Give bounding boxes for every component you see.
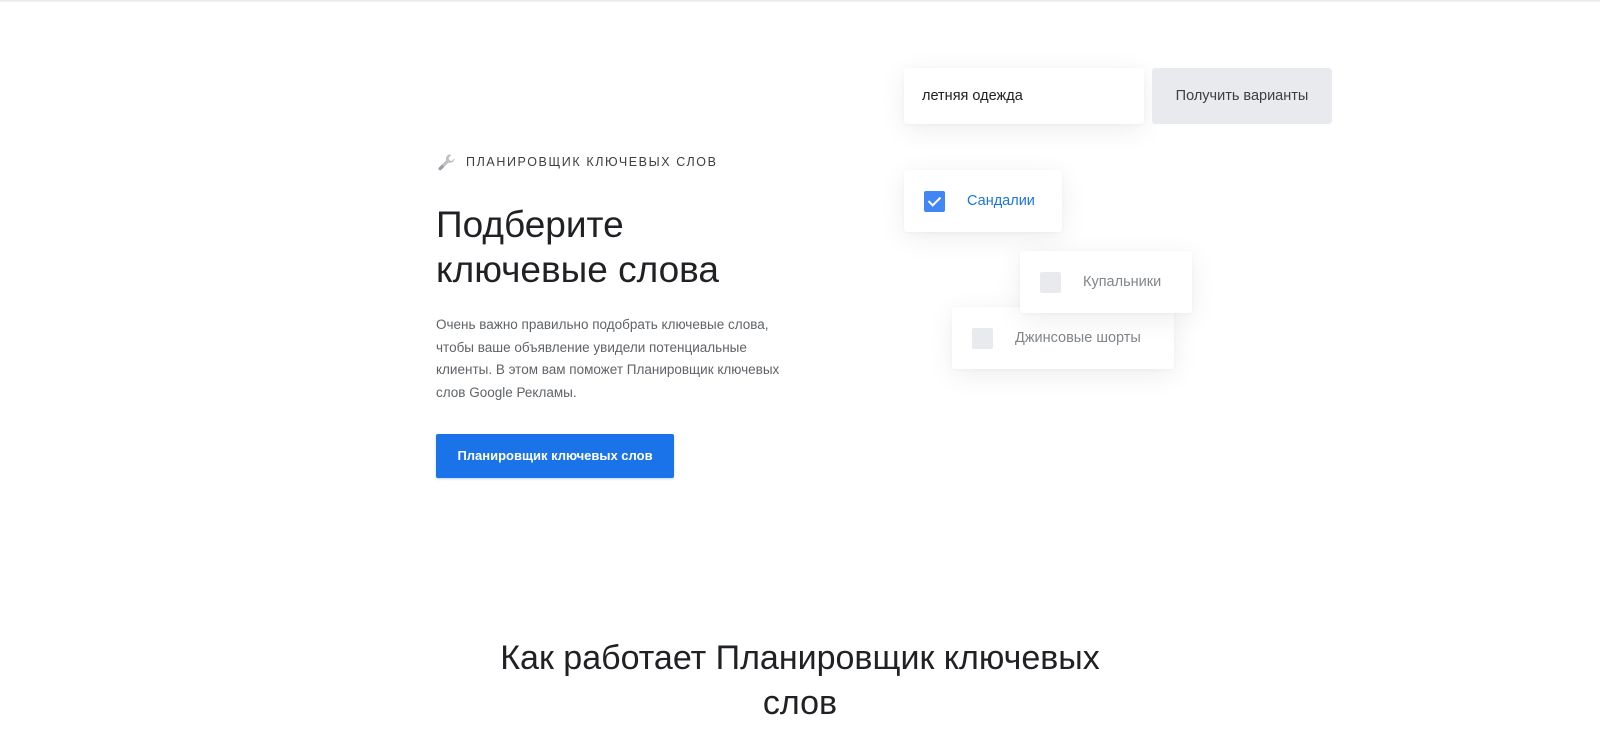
keyword-search-input[interactable]: летняя одежда [904, 68, 1144, 124]
top-divider [0, 0, 1600, 2]
keyword-option-label: Купальники [1083, 274, 1162, 290]
section-title-line-1: Как работает Планировщик ключевых [500, 639, 1100, 677]
keyword-option-label: Джинсовые шорты [1015, 330, 1141, 346]
hero-section: ПЛАНИРОВЩИК КЛЮЧЕВЫХ СЛОВ Подберите ключ… [436, 152, 796, 478]
hero-title: Подберите ключевые слова [436, 202, 776, 292]
hero-description: Очень важно правильно подобрать ключевые… [436, 317, 780, 400]
keyword-option-swimsuits[interactable]: Купальники [1020, 251, 1192, 313]
checkbox-unchecked-icon[interactable] [972, 327, 993, 349]
hero-title-line-2: ключевые слова [436, 249, 719, 290]
checkbox-checked-icon[interactable] [924, 190, 945, 212]
wrench-icon [436, 152, 458, 172]
eyebrow: ПЛАНИРОВЩИК КЛЮЧЕВЫХ СЛОВ [436, 152, 796, 172]
keyword-planner-button[interactable]: Планировщик ключевых слов [436, 434, 674, 478]
checkbox-unchecked-icon[interactable] [1040, 271, 1061, 293]
how-it-works-title: Как работает Планировщик ключевых слов [400, 636, 1200, 726]
keyword-search-value: летняя одежда [922, 88, 1023, 104]
keyword-option-sandals[interactable]: Сандалии [904, 170, 1062, 232]
hero-title-line-1: Подберите [436, 204, 624, 245]
section-title-line-2: слов [762, 684, 838, 722]
eyebrow-label: ПЛАНИРОВЩИК КЛЮЧЕВЫХ СЛОВ [466, 155, 718, 169]
get-ideas-button[interactable]: Получить варианты [1152, 68, 1332, 124]
keyword-option-denim-shorts[interactable]: Джинсовые шорты [952, 307, 1174, 369]
keyword-option-label: Сандалии [967, 193, 1035, 209]
